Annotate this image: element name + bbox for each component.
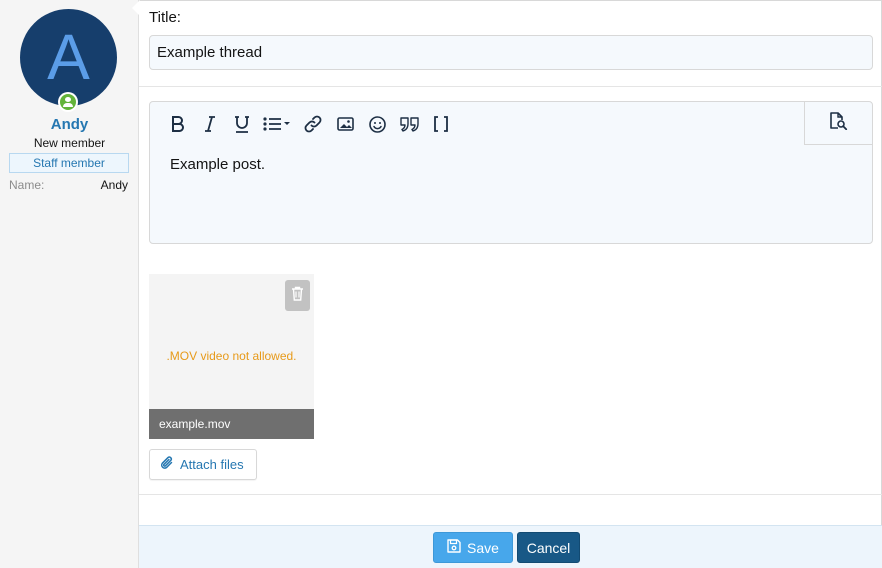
save-label: Save	[467, 539, 499, 556]
attachment-card: .MOV video not allowed. example.mov	[149, 274, 314, 439]
user-title: New member	[33, 136, 106, 150]
name-field-value: Andy	[100, 178, 128, 192]
save-button[interactable]: Save	[433, 532, 513, 563]
attachment-error: .MOV video not allowed.	[166, 349, 297, 363]
divider	[139, 86, 882, 87]
preview-icon	[829, 111, 848, 135]
paperclip-icon	[160, 455, 174, 474]
image-icon[interactable]	[333, 112, 357, 136]
editor-toolbar	[150, 102, 806, 146]
attachment-filename: example.mov	[149, 409, 314, 439]
user-sidebar: A Andy New member Staff member Name: And…	[0, 0, 139, 568]
editor-content[interactable]: Example post.	[170, 156, 265, 173]
username[interactable]: Andy	[0, 116, 139, 133]
staff-banner: Staff member	[9, 153, 129, 173]
rich-text-editor[interactable]: Example post.	[149, 101, 873, 244]
name-field-label: Name:	[9, 178, 45, 192]
preview-button[interactable]	[804, 102, 872, 145]
list-icon[interactable]	[262, 112, 292, 136]
bbcode-icon[interactable]	[429, 112, 453, 136]
link-icon[interactable]	[301, 112, 325, 136]
smilie-icon[interactable]	[365, 112, 389, 136]
delete-attachment-button[interactable]	[285, 280, 310, 311]
cancel-button[interactable]: Cancel	[517, 532, 580, 563]
title-input[interactable]: Example thread	[149, 35, 873, 70]
italic-icon[interactable]	[198, 112, 222, 136]
form-footer: Save Cancel	[139, 525, 882, 568]
attach-files-button[interactable]: Attach files	[149, 449, 257, 480]
attach-files-label: Attach files	[180, 457, 244, 472]
title-label: Title:	[149, 9, 181, 26]
trash-icon	[291, 286, 304, 306]
quote-icon[interactable]	[397, 112, 421, 136]
underline-icon[interactable]	[230, 112, 254, 136]
message-arrow	[132, 0, 140, 16]
online-status-icon	[58, 92, 78, 112]
save-icon	[447, 539, 461, 556]
divider	[139, 494, 882, 495]
bold-icon[interactable]	[166, 112, 190, 136]
